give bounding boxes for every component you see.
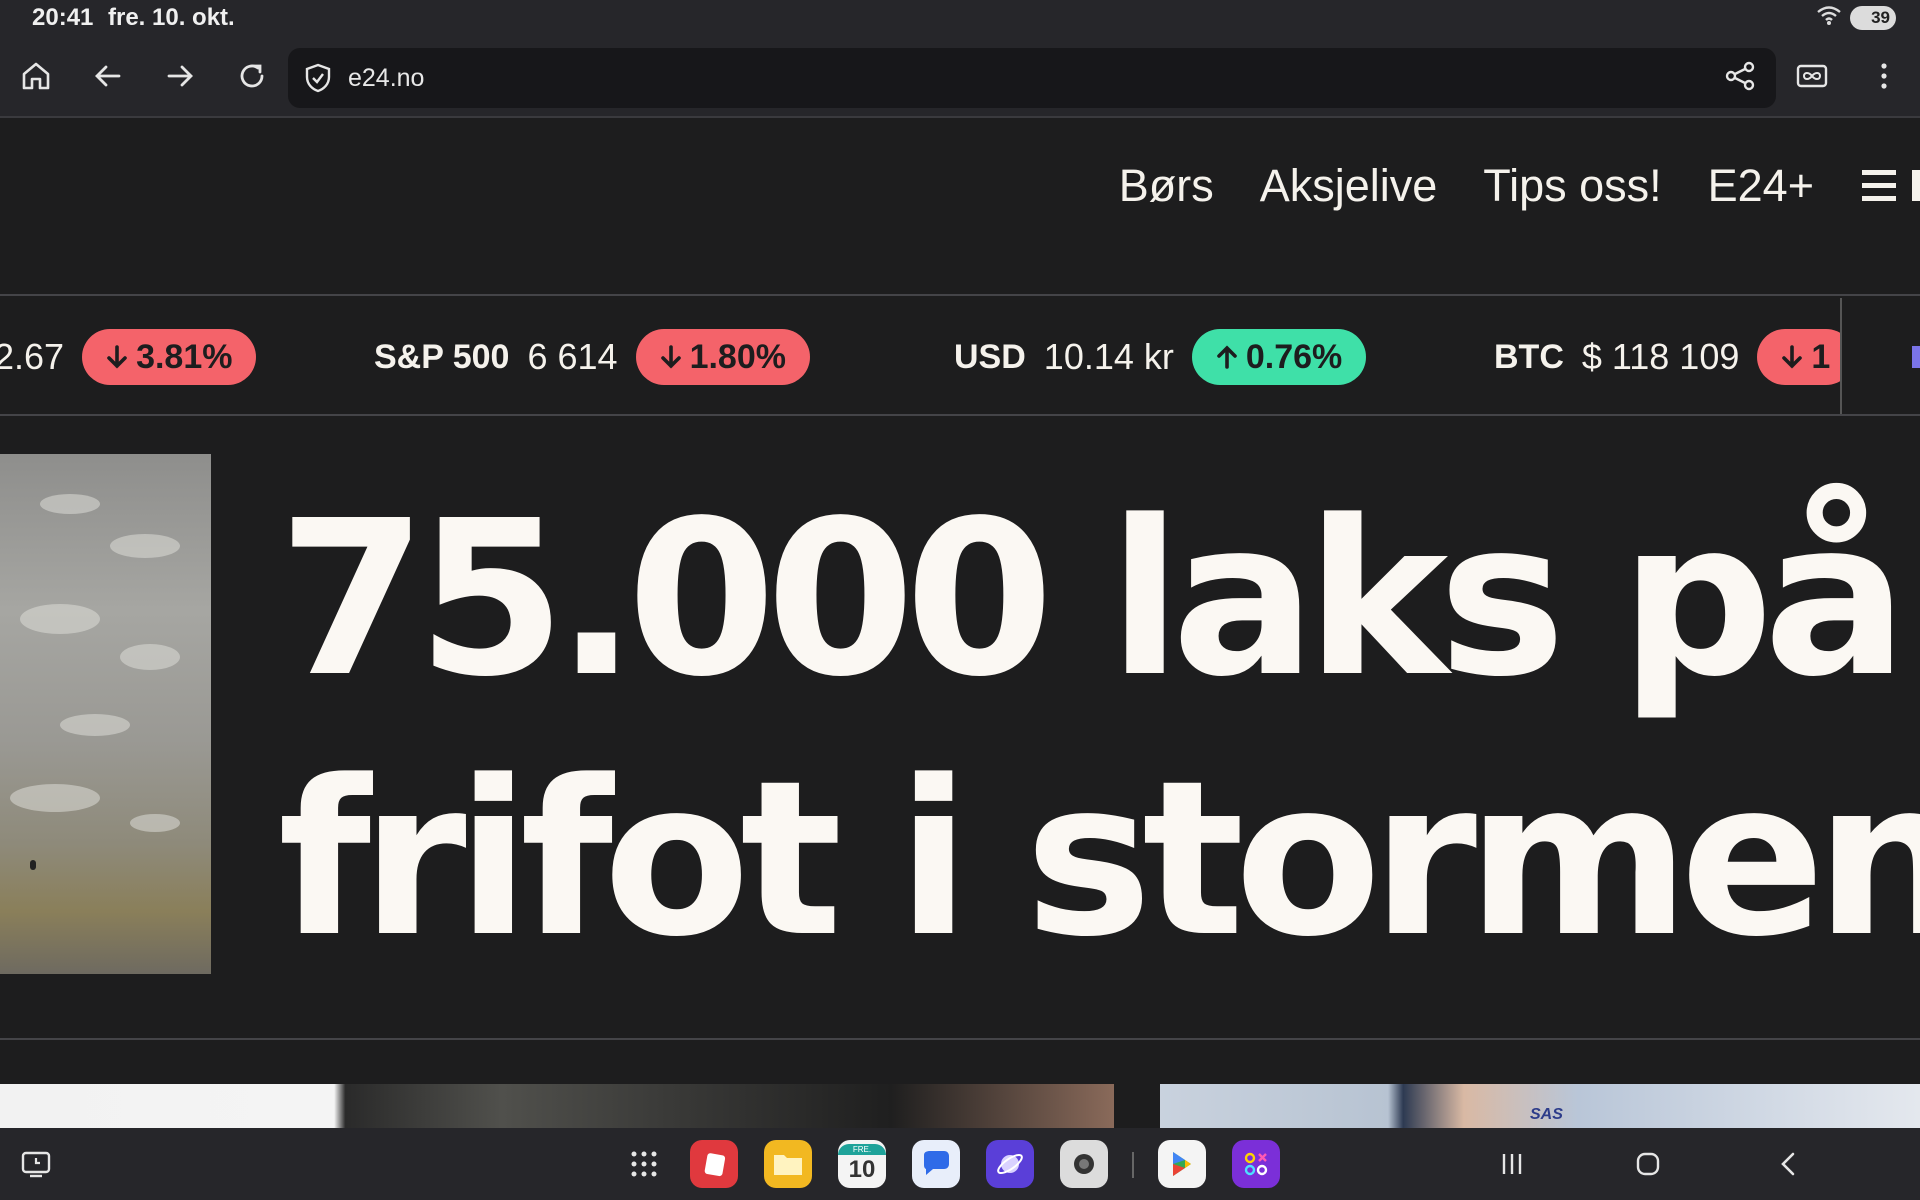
ticker-symbol: USD <box>954 337 1026 376</box>
notes-icon <box>704 1153 726 1177</box>
app-drawer-button[interactable] <box>620 1140 668 1188</box>
ticker-item[interactable]: 2.67 3.81% <box>0 328 257 386</box>
battery-indicator: 39 <box>1850 5 1896 30</box>
status-indicators: 39 <box>1816 4 1896 31</box>
status-time: 20:41 <box>32 4 94 31</box>
more-vertical-icon <box>1881 63 1887 89</box>
system-taskbar: FRE. 10 <box>0 1128 1920 1200</box>
sas-logo: SAS <box>1530 1106 1563 1123</box>
ticker-symbol: BTC <box>1494 337 1564 376</box>
ticker-item[interactable]: BTC $ 118 109 1 <box>1494 328 1840 386</box>
chat-bubble-icon <box>924 1151 949 1175</box>
nav-link-e24-plus[interactable]: E24+ <box>1708 160 1814 212</box>
hero-image[interactable] <box>0 454 211 974</box>
ticker-change-badge: 3.81% <box>82 329 257 385</box>
forward-button[interactable] <box>158 54 202 98</box>
recent-screen-button[interactable] <box>18 1146 54 1182</box>
battery-level: 39 <box>1871 7 1890 27</box>
tabs-infinity-icon <box>1796 64 1828 88</box>
ticker-change: 0.76% <box>1245 337 1343 376</box>
stock-ticker: 2.67 3.81% S&P 500 6 614 1.80% USD 10.14… <box>0 298 1920 416</box>
play-store-app[interactable] <box>1158 1140 1206 1188</box>
recents-button[interactable] <box>1494 1146 1530 1182</box>
back-button[interactable] <box>86 54 130 98</box>
address-bar[interactable]: e24.no <box>288 48 1776 108</box>
browser-toolbar: e24.no <box>0 36 1920 118</box>
status-date: fre. 10. okt. <box>108 4 235 31</box>
hamburger-menu-button[interactable] <box>1860 164 1920 208</box>
ticker-change-badge: 0.76% <box>1191 329 1367 385</box>
ticker-value: $ 118 109 <box>1581 336 1740 377</box>
main-navigation: Børs Aksjelive Tips oss! E24+ <box>1119 160 1920 212</box>
status-bar: 20:41 fre. 10. okt. 39 <box>0 0 1920 36</box>
ticker-value: 10.14 kr <box>1043 336 1174 377</box>
hero-article[interactable]: 75.000 laks på frifot i stormen <box>0 418 1920 1040</box>
arrow-down-icon <box>1782 345 1803 369</box>
article-thumbnail[interactable] <box>0 1084 1114 1128</box>
ticker-item[interactable]: USD 10.14 kr 0.76% <box>954 328 1367 386</box>
article-thumbnail[interactable]: SAS <box>1160 1084 1920 1128</box>
ticker-change: 1 <box>1811 337 1831 376</box>
home-nav-button[interactable] <box>1630 1146 1666 1182</box>
camera-app[interactable] <box>1060 1140 1108 1188</box>
arrow-right-icon <box>167 65 193 87</box>
ticker-change-badge: 1 <box>1757 329 1840 385</box>
hamburger-icon <box>1862 170 1920 201</box>
nav-link-aksjelive[interactable]: Aksjelive <box>1260 160 1438 212</box>
game-launcher-app[interactable] <box>1232 1140 1280 1188</box>
reload-icon <box>240 64 264 88</box>
messages-app[interactable] <box>912 1140 960 1188</box>
wifi-icon <box>1816 4 1842 31</box>
internet-app[interactable] <box>986 1140 1034 1188</box>
url-text[interactable]: e24.no <box>348 64 424 93</box>
nav-link-tips-oss[interactable]: Tips oss! <box>1483 160 1661 212</box>
taskbar-divider <box>1132 1152 1134 1178</box>
arrow-up-icon <box>1217 345 1237 369</box>
menu-button[interactable] <box>1862 54 1906 98</box>
planet-icon <box>997 1153 1023 1175</box>
share-button[interactable] <box>1718 54 1762 98</box>
arrow-down-icon <box>107 345 127 369</box>
reload-button[interactable] <box>230 54 274 98</box>
site-header: Børs Aksjelive Tips oss! E24+ <box>0 120 1920 296</box>
recents-icon <box>1502 1154 1522 1174</box>
screen-clock-icon <box>21 1151 51 1178</box>
hero-headline-line1: 75.000 laks på <box>278 475 1908 724</box>
game-launcher-icon <box>1244 1152 1268 1176</box>
folder-icon <box>774 1155 802 1175</box>
calendar-day: 10 <box>848 1155 876 1183</box>
ticker-value: 6 614 <box>527 336 618 377</box>
home-icon <box>22 62 50 90</box>
tabs-button[interactable] <box>1790 54 1834 98</box>
play-store-icon <box>1173 1152 1191 1176</box>
hero-headline[interactable]: 75.000 laks på frifot i stormen <box>278 470 1920 990</box>
ticker-next-indicator <box>1912 346 1920 368</box>
calendar-weekday: FRE. <box>838 1143 886 1155</box>
back-nav-button[interactable] <box>1770 1146 1806 1182</box>
arrow-down-icon <box>660 345 681 369</box>
nav-link-bors[interactable]: Børs <box>1119 160 1214 212</box>
files-app[interactable] <box>764 1140 812 1188</box>
ticker-item[interactable]: S&P 500 6 614 1.80% <box>374 328 810 386</box>
ticker-symbol: S&P 500 <box>374 337 510 376</box>
home-circle-icon <box>1636 1152 1660 1176</box>
grid-dots-icon <box>631 1151 657 1177</box>
ticker-change-badge: 1.80% <box>635 329 810 385</box>
arrow-left-icon <box>95 65 121 87</box>
ticker-track: 2.67 3.81% S&P 500 6 614 1.80% USD 10.14… <box>0 298 1842 414</box>
hero-headline-line2: frifot i stormen <box>278 735 1920 984</box>
share-icon <box>1725 61 1755 91</box>
camera-icon <box>1074 1154 1094 1174</box>
chevron-left-icon <box>1781 1152 1795 1176</box>
shield-icon <box>302 62 334 99</box>
calendar-app[interactable]: FRE. 10 <box>838 1140 886 1188</box>
ticker-value: 2.67 <box>0 336 65 377</box>
notes-app[interactable] <box>690 1140 738 1188</box>
home-button[interactable] <box>14 54 58 98</box>
ticker-change: 3.81% <box>136 337 233 376</box>
ticker-change: 1.80% <box>689 337 786 376</box>
